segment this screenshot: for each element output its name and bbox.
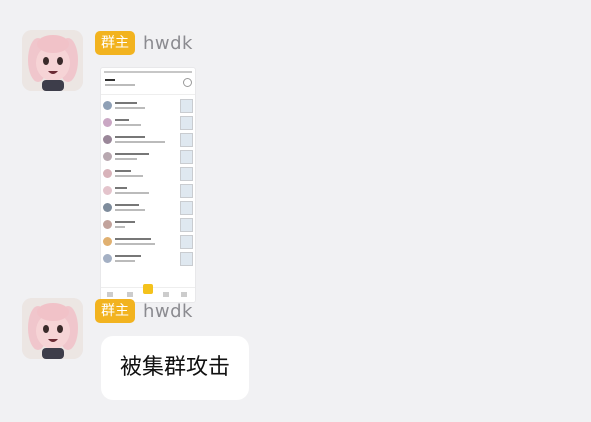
phone-tab-active-icon xyxy=(143,284,153,294)
chat-message: 群主 hwdk 被集群攻击 xyxy=(22,298,582,408)
sender-nickname[interactable]: hwdk xyxy=(143,33,193,54)
list-item xyxy=(101,183,195,200)
role-badge: 群主 xyxy=(95,31,135,55)
list-item xyxy=(101,251,195,268)
phone-header-row xyxy=(101,75,195,92)
message-bubble[interactable]: 被集群攻击 xyxy=(101,336,250,400)
list-item xyxy=(101,149,195,166)
list-item xyxy=(101,217,195,234)
avatar[interactable] xyxy=(22,298,83,359)
sender-nickname[interactable]: hwdk xyxy=(143,301,193,322)
role-badge: 群主 xyxy=(95,299,135,323)
image-attachment[interactable] xyxy=(101,68,195,302)
list-item xyxy=(101,234,195,251)
list-item xyxy=(101,115,195,132)
list-item xyxy=(101,200,195,217)
phone-status-bar xyxy=(104,71,192,73)
sender-meta: 群主 hwdk xyxy=(95,30,193,56)
list-item xyxy=(101,132,195,149)
chat-message: 群主 hwdk xyxy=(22,30,582,302)
list-item xyxy=(101,166,195,183)
avatar[interactable] xyxy=(22,30,83,91)
avatar-image xyxy=(22,298,83,359)
list-item xyxy=(101,98,195,115)
avatar-image xyxy=(22,30,83,91)
sender-meta: 群主 hwdk xyxy=(95,298,193,324)
